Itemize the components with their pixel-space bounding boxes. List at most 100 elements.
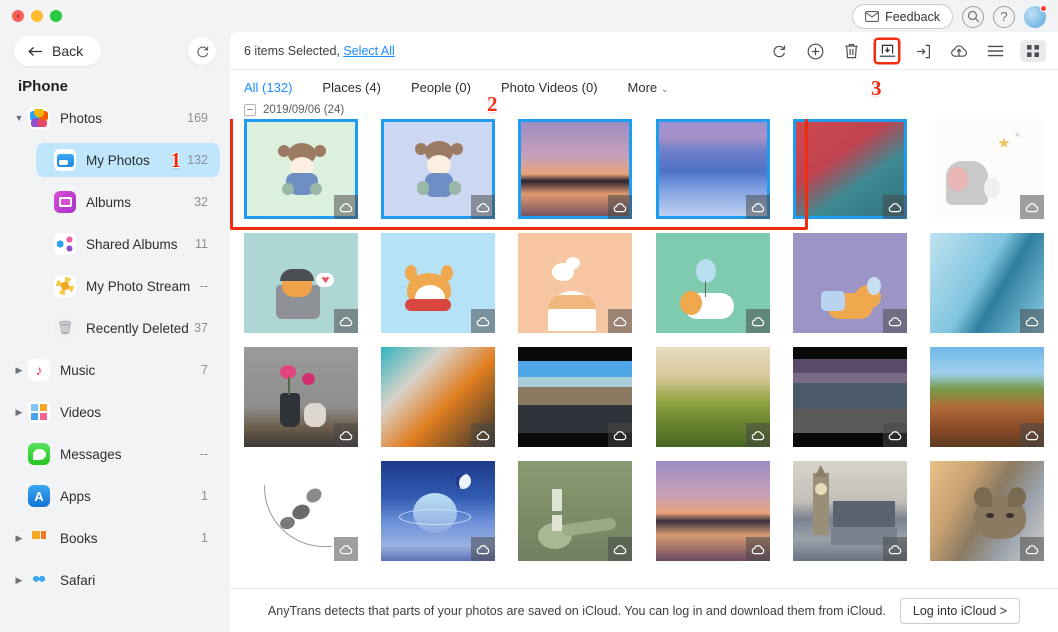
- photo-cell[interactable]: [793, 347, 907, 447]
- tab-more[interactable]: More⌄: [628, 80, 669, 95]
- tab-people-0[interactable]: People (0): [411, 80, 471, 95]
- photo-thumbnail-baby-girl-blue[interactable]: [381, 119, 495, 219]
- photo-cell[interactable]: [793, 233, 907, 333]
- photo-cell[interactable]: [793, 461, 907, 561]
- photo-cell[interactable]: [930, 119, 1044, 219]
- photo-thumbnail-green-guitar[interactable]: [518, 461, 632, 561]
- photo-cell[interactable]: [793, 119, 907, 219]
- refresh-icon[interactable]: [768, 40, 790, 62]
- sidebar-item-my-photo-stream[interactable]: ▪My Photo Stream--: [36, 269, 220, 303]
- delete-icon[interactable]: [840, 40, 862, 62]
- photo-thumbnail-baby-girl-green[interactable]: [244, 119, 358, 219]
- sidebar-item-count: 169: [187, 111, 208, 125]
- photo-cell[interactable]: [381, 233, 495, 333]
- sidebar-item-videos[interactable]: ▶Videos: [10, 395, 220, 429]
- photo-thumbnail-river-rocks[interactable]: [793, 347, 907, 447]
- photo-thumbnail-tabby-cat[interactable]: [930, 461, 1044, 561]
- sidebar: Back iPhone ▼Photos169▪My Photos1132▪Alb…: [0, 32, 230, 632]
- sidebar-item-shared-albums[interactable]: ▪Shared Albums11: [36, 227, 220, 261]
- notification-badge: [1040, 5, 1047, 12]
- photo-thumbnail-raspberry-bowl[interactable]: [793, 119, 907, 219]
- chevron-spacer: ▪: [36, 323, 54, 333]
- photo-cell[interactable]: [656, 233, 770, 333]
- select-all-link[interactable]: Select All: [343, 44, 394, 58]
- export-to-device-icon[interactable]: [912, 40, 934, 62]
- grid-view-icon[interactable]: [1020, 40, 1046, 62]
- photo-thumbnail-cat-in-pot[interactable]: [244, 233, 358, 333]
- photo-thumbnail-hamster-peach[interactable]: [518, 233, 632, 333]
- minimize-button[interactable]: [31, 10, 43, 22]
- back-button[interactable]: Back: [14, 36, 101, 66]
- annotation-marker-1: 1: [171, 150, 182, 171]
- photo-thumbnail-big-ben[interactable]: [793, 461, 907, 561]
- photo-cell[interactable]: [656, 347, 770, 447]
- maximize-button[interactable]: [50, 10, 62, 22]
- sidebar-item-label: Recently Deleted: [86, 321, 194, 336]
- photo-thumbnail-lake-sunset-2[interactable]: [656, 461, 770, 561]
- chevron-right-icon[interactable]: ▶: [10, 575, 28, 586]
- photo-cell[interactable]: [930, 233, 1044, 333]
- photo-cell[interactable]: [518, 347, 632, 447]
- photo-thumbnail-corgi-backpack[interactable]: [793, 233, 907, 333]
- login-icloud-button[interactable]: Log into iCloud >: [900, 598, 1020, 624]
- avatar[interactable]: [1024, 6, 1046, 28]
- sidebar-refresh-button[interactable]: [188, 37, 216, 65]
- sidebar-item-music[interactable]: ▶♪Music7: [10, 353, 220, 387]
- sidebar-item-label: Albums: [86, 195, 194, 210]
- export-to-computer-icon[interactable]: [876, 40, 898, 62]
- tab-all-132[interactable]: All (132): [244, 80, 292, 95]
- chevron-right-icon[interactable]: ▶: [10, 533, 28, 544]
- help-icon[interactable]: ?: [993, 6, 1015, 28]
- photo-cell[interactable]: [656, 461, 770, 561]
- photo-cell[interactable]: [518, 461, 632, 561]
- photo-cell[interactable]: [381, 461, 495, 561]
- photo-thumbnail-amsterdam-houses[interactable]: [930, 347, 1044, 447]
- photo-cell[interactable]: [518, 119, 632, 219]
- sidebar-item-messages[interactable]: ▪Messages--: [10, 437, 220, 471]
- photo-cell[interactable]: [244, 119, 358, 219]
- photo-cell[interactable]: [381, 347, 495, 447]
- sidebar-item-count: 7: [201, 363, 208, 377]
- photo-thumbnail-blue-dunes[interactable]: [656, 119, 770, 219]
- upload-to-icloud-icon[interactable]: [948, 40, 970, 62]
- photo-thumbnail-blue-feather[interactable]: [930, 233, 1044, 333]
- sidebar-item-recently-deleted[interactable]: ▪🗑Recently Deleted37: [36, 311, 220, 345]
- feedback-button[interactable]: Feedback: [852, 4, 953, 29]
- photo-cell[interactable]: [244, 461, 358, 561]
- add-icon[interactable]: [804, 40, 826, 62]
- photo-thumbnail-moon-planet[interactable]: [381, 461, 495, 561]
- photo-cell[interactable]: [518, 233, 632, 333]
- photo-thumbnail-elephant-stars[interactable]: [930, 119, 1044, 219]
- tab-label: People (0): [411, 80, 471, 95]
- photo-cell[interactable]: [244, 233, 358, 333]
- photo-thumbnail-desert-road[interactable]: [518, 347, 632, 447]
- photo-thumbnail-dog-balloon-green[interactable]: [656, 233, 770, 333]
- photo-cell[interactable]: [244, 347, 358, 447]
- sidebar-item-my-photos[interactable]: ▪My Photos1132: [36, 143, 220, 177]
- chevron-right-icon[interactable]: ▶: [10, 365, 28, 376]
- sidebar-item-apps[interactable]: ▪AApps1: [10, 479, 220, 513]
- photo-thumbnail-aerial-shore[interactable]: [381, 347, 495, 447]
- tab-places-4[interactable]: Places (4): [322, 80, 381, 95]
- photo-cell[interactable]: [381, 119, 495, 219]
- chevron-down-icon[interactable]: ▼: [10, 113, 28, 123]
- sidebar-item-books[interactable]: ▶Books1: [10, 521, 220, 555]
- photo-cell[interactable]: [930, 461, 1044, 561]
- sidebar-item-safari[interactable]: ▶Safari: [10, 563, 220, 597]
- photo-thumbnail-olive-branch[interactable]: [244, 461, 358, 561]
- photo-thumbnail-corgi-scarf[interactable]: [381, 233, 495, 333]
- chevron-right-icon[interactable]: ▶: [10, 407, 28, 418]
- close-button[interactable]: [12, 10, 24, 22]
- list-view-icon[interactable]: [984, 40, 1006, 62]
- collapse-toggle[interactable]: −: [244, 104, 256, 116]
- search-icon[interactable]: [962, 6, 984, 28]
- photo-thumbnail-lake-sunset[interactable]: [518, 119, 632, 219]
- tab-photo-videos-0[interactable]: Photo Videos (0): [501, 80, 598, 95]
- photo-cell[interactable]: [656, 119, 770, 219]
- date-group-header: − 2019/09/06 (24): [230, 104, 1058, 119]
- sidebar-item-albums[interactable]: ▪Albums32: [36, 185, 220, 219]
- photo-cell[interactable]: [930, 347, 1044, 447]
- photo-thumbnail-tree-avenue[interactable]: [656, 347, 770, 447]
- photo-thumbnail-flower-vase[interactable]: [244, 347, 358, 447]
- sidebar-item-photos[interactable]: ▼Photos169: [10, 101, 220, 135]
